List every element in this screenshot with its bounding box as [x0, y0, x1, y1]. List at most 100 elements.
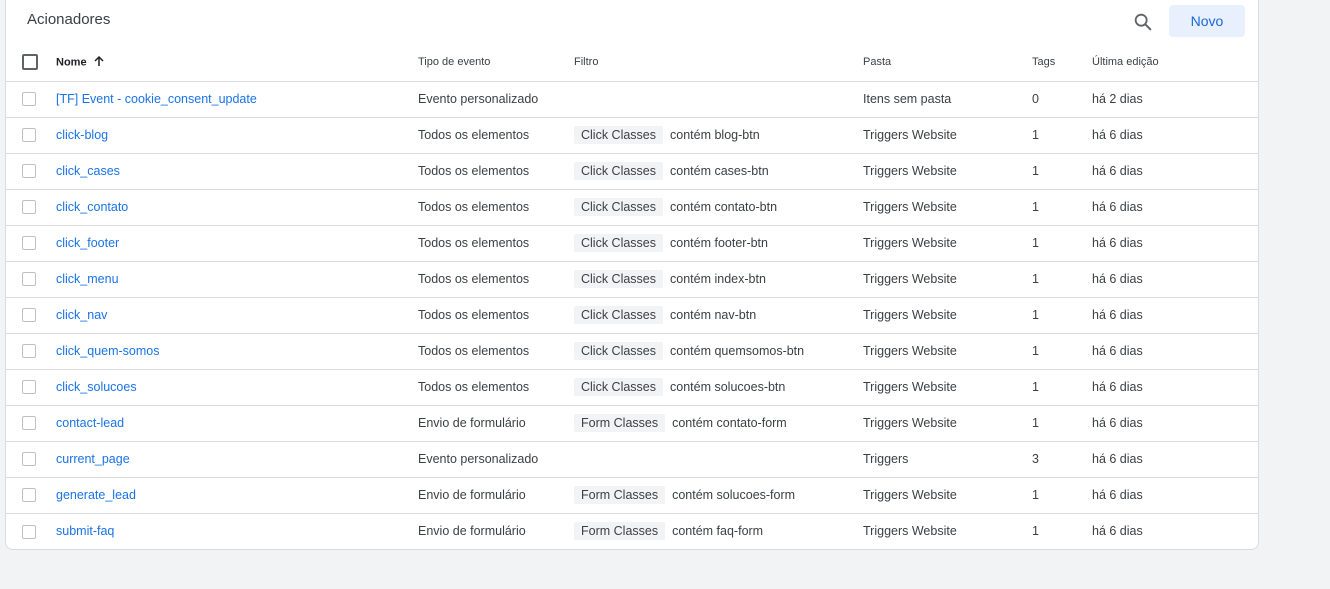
select-all-checkbox[interactable]: [22, 54, 38, 71]
filter-condition: contém nav-btn: [670, 308, 757, 322]
table-row[interactable]: [TF] Event - cookie_consent_update Evento…: [6, 81, 1259, 117]
table-row[interactable]: click_cases Todos os elementos Click Class…: [6, 153, 1259, 189]
row-checkbox[interactable]: [22, 416, 36, 431]
row-checkbox[interactable]: [22, 380, 36, 395]
folder-cell: Triggers Website: [863, 416, 957, 430]
trigger-name-link[interactable]: contact-lead: [56, 416, 124, 430]
table-row[interactable]: click_footer Todos os elementos Click Clas…: [6, 225, 1259, 261]
folder-cell: Itens sem pasta: [863, 92, 952, 106]
event-type-cell: Evento personalizado: [418, 92, 539, 106]
filter-condition: contém solucoes-btn: [670, 380, 786, 394]
last-edit-cell: há 6 dias: [1092, 128, 1143, 142]
folder-cell: Triggers Website: [863, 308, 957, 322]
new-trigger-button[interactable]: Novo: [1169, 5, 1245, 37]
table-row[interactable]: current_page Evento personalizado Triggers…: [6, 441, 1259, 477]
filter-condition: contém faq-form: [672, 524, 764, 539]
column-header-event-type[interactable]: Tipo de evento: [418, 44, 574, 81]
row-checkbox[interactable]: [22, 128, 36, 143]
tags-count-cell: 1: [1032, 236, 1039, 250]
last-edit-cell: há 6 dias: [1092, 452, 1143, 466]
column-header-folder[interactable]: Pasta: [863, 44, 1032, 81]
card-header: Acionadores Novo: [6, 0, 1258, 44]
folder-cell: Triggers Website: [863, 272, 957, 286]
trigger-name-link[interactable]: click_footer: [56, 236, 119, 250]
trigger-name-link[interactable]: click-blog: [56, 128, 108, 142]
table-row[interactable]: click_menu Todos os elementos Click Classe…: [6, 261, 1259, 297]
row-checkbox[interactable]: [22, 452, 36, 467]
column-header-tags[interactable]: Tags: [1032, 44, 1092, 81]
trigger-name-link[interactable]: click_menu: [56, 272, 119, 286]
table-row[interactable]: submit-faq Envio de formulário Form Classe…: [6, 513, 1259, 549]
table-row[interactable]: click_contato Todos os elementos Click Cla…: [6, 189, 1259, 225]
arrow-up-icon: [93, 55, 105, 70]
event-type-cell: Todos os elementos: [418, 344, 530, 358]
filter-condition: contém contato-btn: [670, 200, 778, 214]
row-checkbox[interactable]: [22, 236, 36, 251]
folder-cell: Triggers Website: [863, 200, 957, 214]
event-type-cell: Todos os elementos: [418, 272, 530, 286]
tags-count-cell: 1: [1032, 128, 1039, 142]
filter-cell: Form Classes contém contato-form: [574, 405, 863, 441]
last-edit-cell: há 6 dias: [1092, 164, 1143, 178]
filter-variable-chip: Click Classes: [574, 126, 664, 144]
row-checkbox[interactable]: [22, 488, 36, 503]
table-row[interactable]: click_nav Todos os elementos Click Classes…: [6, 297, 1259, 333]
trigger-name-link[interactable]: current_page: [56, 452, 130, 466]
filter-variable-chip: Click Classes: [574, 378, 664, 396]
row-checkbox[interactable]: [22, 272, 36, 287]
filter-cell: Form Classes contém solucoes-form: [574, 477, 863, 513]
column-header-filter[interactable]: Filtro: [574, 44, 863, 81]
trigger-name-link[interactable]: generate_lead: [56, 488, 136, 502]
filter-condition: contém blog-btn: [670, 128, 760, 142]
last-edit-cell: há 6 dias: [1092, 344, 1143, 358]
row-checkbox[interactable]: [22, 200, 36, 215]
table-body: [TF] Event - cookie_consent_update Evento…: [6, 81, 1259, 549]
table-row[interactable]: click_solucoes Todos os elementos Click Cl…: [6, 369, 1259, 405]
page-title: Acionadores: [27, 11, 111, 28]
filter-cell: Click Classes contém quemsomos-btn: [574, 333, 863, 369]
tags-count-cell: 1: [1032, 164, 1039, 178]
row-checkbox[interactable]: [22, 92, 36, 107]
table-row[interactable]: click-blog Todos os elementos Click Classe…: [6, 117, 1259, 153]
filter-cell: Click Classes contém cases-btn: [574, 153, 863, 189]
table-row[interactable]: contact-lead Envio de formulário Form Clas…: [6, 405, 1259, 441]
filter-condition: contém contato-form: [672, 416, 787, 430]
table-row[interactable]: generate_lead Envio de formulário Form Cla…: [6, 477, 1259, 513]
filter-cell: [574, 81, 863, 117]
filter-variable-chip: Click Classes: [574, 198, 664, 216]
tags-count-cell: 1: [1032, 344, 1039, 358]
last-edit-cell: há 6 dias: [1092, 524, 1143, 539]
event-type-cell: Todos os elementos: [418, 128, 530, 142]
column-header-last-edit[interactable]: Última edição: [1092, 44, 1259, 81]
event-type-cell: Todos os elementos: [418, 380, 530, 394]
search-icon[interactable]: [1132, 11, 1154, 33]
tags-count-cell: 1: [1032, 524, 1039, 539]
tags-count-cell: 1: [1032, 416, 1039, 430]
row-checkbox[interactable]: [22, 524, 36, 539]
trigger-name-link[interactable]: submit-faq: [56, 524, 114, 538]
trigger-name-link[interactable]: click_solucoes: [56, 380, 137, 394]
trigger-name-link[interactable]: click_nav: [56, 308, 107, 322]
filter-condition: contém index-btn: [670, 272, 766, 286]
tags-count-cell: 1: [1032, 272, 1039, 286]
event-type-cell: Envio de formulário: [418, 416, 526, 430]
folder-cell: Triggers Website: [863, 524, 957, 539]
filter-cell: Form Classes contém faq-form: [574, 513, 863, 549]
row-checkbox[interactable]: [22, 344, 36, 359]
last-edit-cell: há 6 dias: [1092, 200, 1143, 214]
trigger-name-link[interactable]: click_contato: [56, 200, 128, 214]
last-edit-cell: há 6 dias: [1092, 488, 1143, 502]
trigger-name-link[interactable]: click_quem-somos: [56, 344, 160, 358]
column-header-name[interactable]: Nome: [56, 44, 418, 81]
row-checkbox[interactable]: [22, 308, 36, 323]
folder-cell: Triggers Website: [863, 380, 957, 394]
row-checkbox[interactable]: [22, 164, 36, 179]
triggers-card: Acionadores Novo Nome Tipo de evento Fil…: [5, 0, 1259, 550]
filter-variable-chip: Form Classes: [574, 414, 666, 432]
table-row[interactable]: click_quem-somos Todos os elementos Click …: [6, 333, 1259, 369]
trigger-name-link[interactable]: [TF] Event - cookie_consent_update: [56, 92, 257, 106]
filter-cell: Click Classes contém solucoes-btn: [574, 369, 863, 405]
trigger-name-link[interactable]: click_cases: [56, 164, 120, 178]
filter-variable-chip: Click Classes: [574, 306, 664, 324]
triggers-table: Nome Tipo de evento Filtro Pasta Tags Úl…: [6, 44, 1259, 549]
